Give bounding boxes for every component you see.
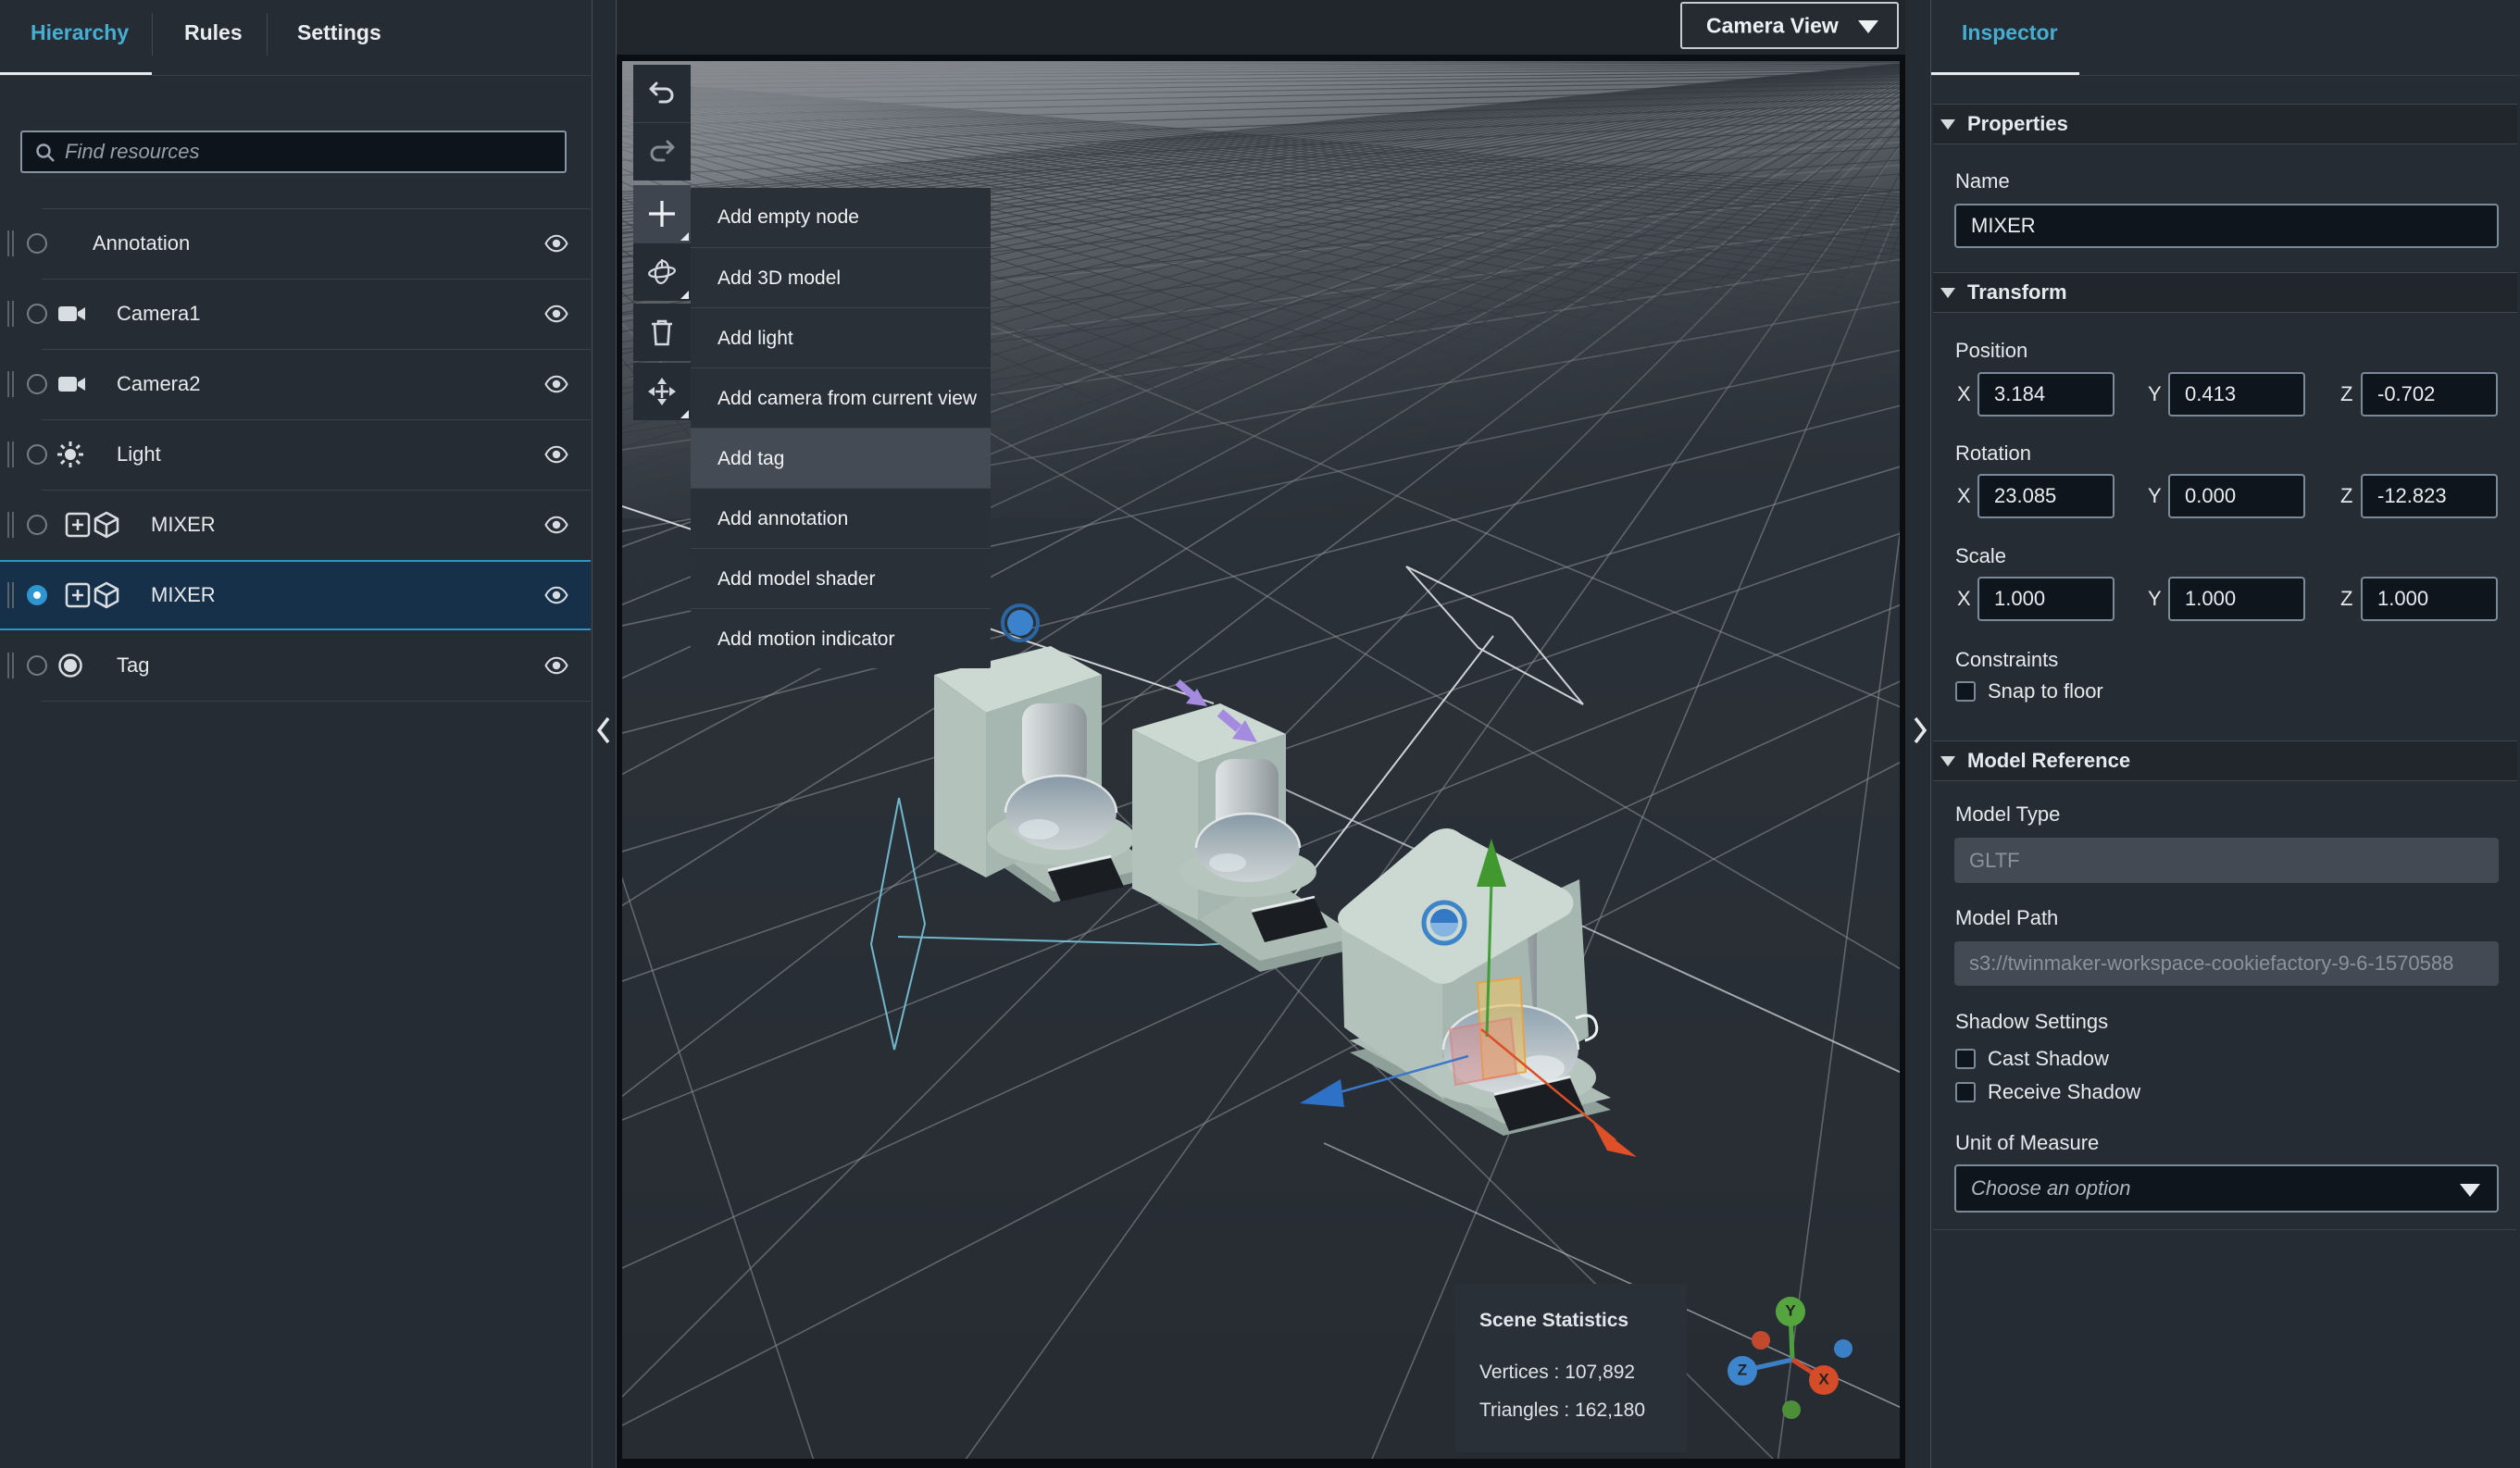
svg-text:Y: Y (1785, 1301, 1796, 1319)
svg-text:X: X (1818, 1370, 1829, 1387)
svg-text:Z: Z (1738, 1361, 1747, 1378)
